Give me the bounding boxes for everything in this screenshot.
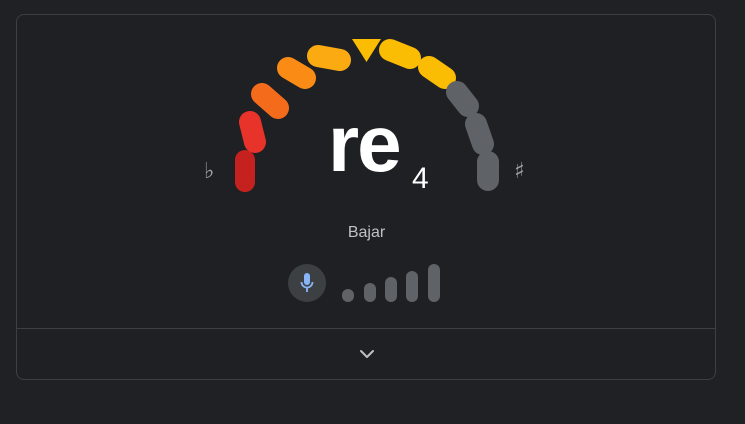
gauge-segment-4 xyxy=(277,57,316,89)
divider xyxy=(17,328,715,329)
gauge-segment-7 xyxy=(418,56,456,89)
microphone-button[interactable] xyxy=(288,264,326,302)
gauge-segment-8 xyxy=(446,81,479,117)
expand-button[interactable] xyxy=(352,340,382,368)
flat-symbol: ♭ xyxy=(204,159,215,184)
gauge-segment-3 xyxy=(251,83,289,119)
gauge-segment-9 xyxy=(465,113,494,155)
chevron-down-icon xyxy=(360,350,374,358)
tuning-instruction: Bajar xyxy=(347,224,386,241)
gauge-segment-6 xyxy=(379,39,421,69)
gauge-segment-5 xyxy=(307,45,351,71)
microphone-icon xyxy=(300,273,314,292)
level-bar-2 xyxy=(364,283,376,302)
pitch-indicator-icon xyxy=(352,39,381,62)
sharp-symbol: ♯ xyxy=(514,159,525,184)
level-bar-5 xyxy=(428,264,440,302)
level-bar-1 xyxy=(342,289,354,302)
gauge-segment-2 xyxy=(239,111,266,153)
note-octave: 4 xyxy=(412,162,429,195)
note-name: re xyxy=(328,99,402,188)
level-bar-4 xyxy=(406,271,418,302)
level-bar-3 xyxy=(385,277,397,302)
